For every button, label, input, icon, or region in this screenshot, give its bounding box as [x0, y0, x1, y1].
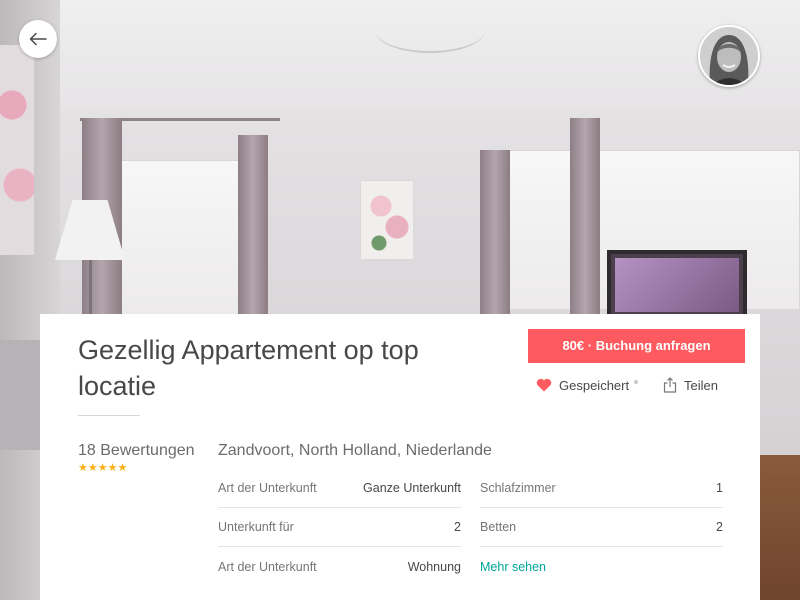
photo-curtain	[480, 150, 510, 320]
fact-value: 2	[716, 520, 723, 534]
fact-value: Wohnung	[407, 559, 461, 574]
fact-row: Art der Unterkunft Ganze Unterkunft	[218, 469, 461, 508]
fact-label: Unterkunft für	[218, 520, 294, 534]
fact-row: Betten 2	[480, 508, 723, 547]
photo-lamp-pole	[89, 260, 92, 320]
listing-location: Zandvoort, North Holland, Niederlande	[218, 442, 492, 459]
fact-value: 1	[716, 481, 723, 495]
listing-card: Gezellig Appartement op top locatie 80€ …	[40, 314, 760, 600]
fact-value: 2	[454, 520, 461, 534]
photo-flower-painting	[360, 180, 414, 260]
share-button[interactable]: Teilen	[663, 375, 718, 395]
fact-row: Unterkunft für 2	[218, 508, 461, 547]
separator-dot	[634, 380, 638, 384]
photo-flower-painting-left	[0, 45, 34, 255]
fact-value: Ganze Unterkunft	[363, 481, 461, 495]
photo-television	[607, 250, 747, 320]
fact-label: Schlafzimmer	[480, 481, 556, 495]
photo-curtain	[570, 118, 600, 318]
save-label: Gespeichert	[559, 377, 630, 393]
photo-window-left	[120, 160, 245, 320]
photo-sofa	[0, 340, 45, 450]
fact-row: Schlafzimmer 1	[480, 469, 723, 508]
host-avatar[interactable]	[698, 25, 760, 87]
request-booking-button[interactable]: 80€ · Buchung anfragen	[528, 329, 745, 363]
share-label: Teilen	[684, 377, 718, 393]
save-button[interactable]: Gespeichert	[536, 375, 629, 395]
arrow-left-icon	[29, 32, 47, 46]
photo-wood-floor	[760, 455, 800, 600]
more-row: Mehr sehen	[480, 547, 723, 586]
back-button[interactable]	[19, 20, 57, 58]
reviews-count[interactable]: 18 Bewertungen	[78, 442, 195, 460]
fact-label: Art der Unterkunft	[218, 559, 317, 574]
title-divider	[78, 415, 140, 416]
see-more-link[interactable]: Mehr sehen	[480, 560, 546, 574]
host-photo	[700, 27, 758, 85]
fact-row: Art der Unterkunft Wohnung	[218, 547, 461, 586]
share-icon	[663, 377, 677, 393]
fact-label: Betten	[480, 520, 517, 534]
rating-stars: ★★★★★	[78, 461, 128, 474]
photo-curtain	[238, 135, 268, 320]
heart-icon	[536, 378, 552, 392]
photo-chandelier	[375, 8, 485, 53]
listing-title: Gezellig Appartement op top locatie	[78, 335, 419, 401]
fact-label: Art der Unterkunft	[218, 481, 317, 495]
